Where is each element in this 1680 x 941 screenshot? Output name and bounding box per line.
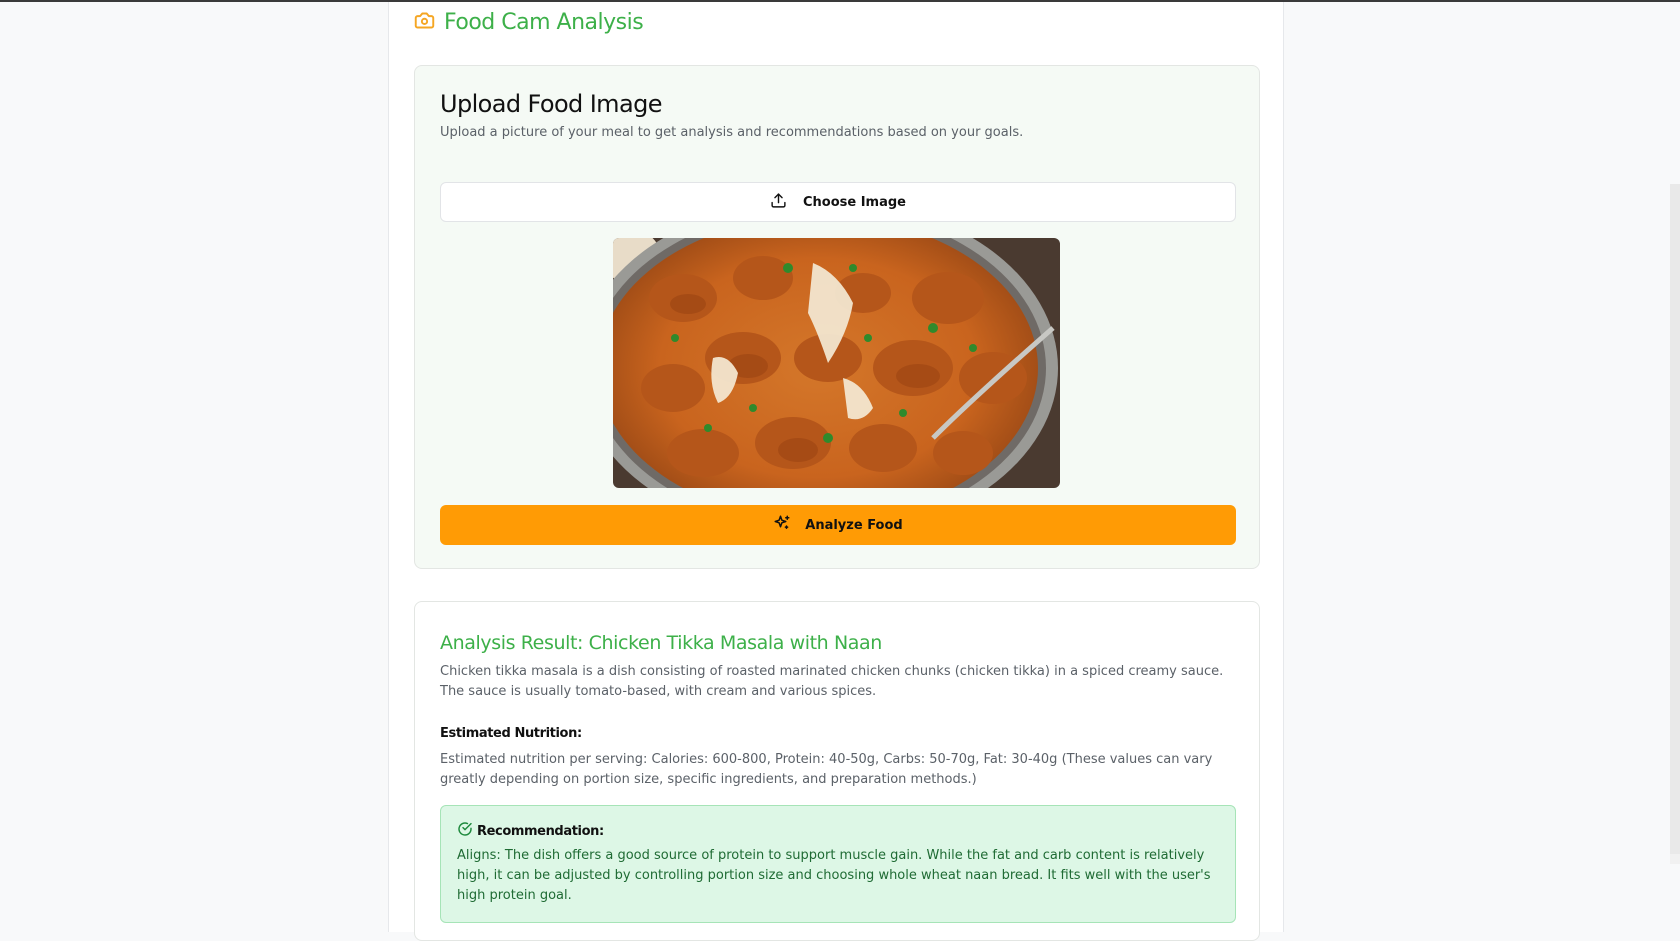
check-circle-icon — [457, 821, 473, 841]
nutrition-text: Estimated nutrition per serving: Calorie… — [440, 752, 1213, 787]
page-scrollbar[interactable] — [1670, 184, 1680, 864]
analysis-result-card: Analysis Result: Chicken Tikka Masala wi… — [414, 601, 1260, 941]
result-description: Chicken tikka masala is a dish consistin… — [440, 664, 1224, 699]
analyze-food-button[interactable]: Analyze Food — [440, 505, 1236, 545]
recommendation-header: Recommendation: — [457, 821, 604, 841]
recommendation-label: Recommendation: — [477, 823, 604, 839]
upload-card: Upload Food Image Upload a picture of yo… — [414, 65, 1260, 569]
nutrition-label: Estimated Nutrition: — [440, 726, 582, 741]
app-title: Food Cam Analysis — [444, 9, 644, 35]
app-header: Food Cam Analysis — [414, 6, 644, 38]
sparkles-icon — [773, 514, 791, 536]
camera-icon — [414, 10, 435, 35]
choose-image-button[interactable]: Choose Image — [440, 182, 1236, 222]
main-page: Food Cam Analysis Upload Food Image Uplo… — [388, 2, 1284, 941]
upload-icon — [770, 192, 787, 213]
scrollbar-thumb[interactable] — [1670, 184, 1680, 854]
recommendation-box: Recommendation: Aligns: The dish offers … — [440, 805, 1236, 923]
result-title: Analysis Result: Chicken Tikka Masala wi… — [440, 632, 882, 654]
recommendation-text: Aligns: The dish offers a good source of… — [457, 848, 1211, 903]
upload-subtitle: Upload a picture of your meal to get ana… — [440, 125, 1024, 140]
analyze-food-label: Analyze Food — [805, 517, 903, 533]
food-photo — [613, 238, 1060, 488]
choose-image-label: Choose Image — [802, 194, 907, 210]
upload-title: Upload Food Image — [440, 90, 662, 118]
